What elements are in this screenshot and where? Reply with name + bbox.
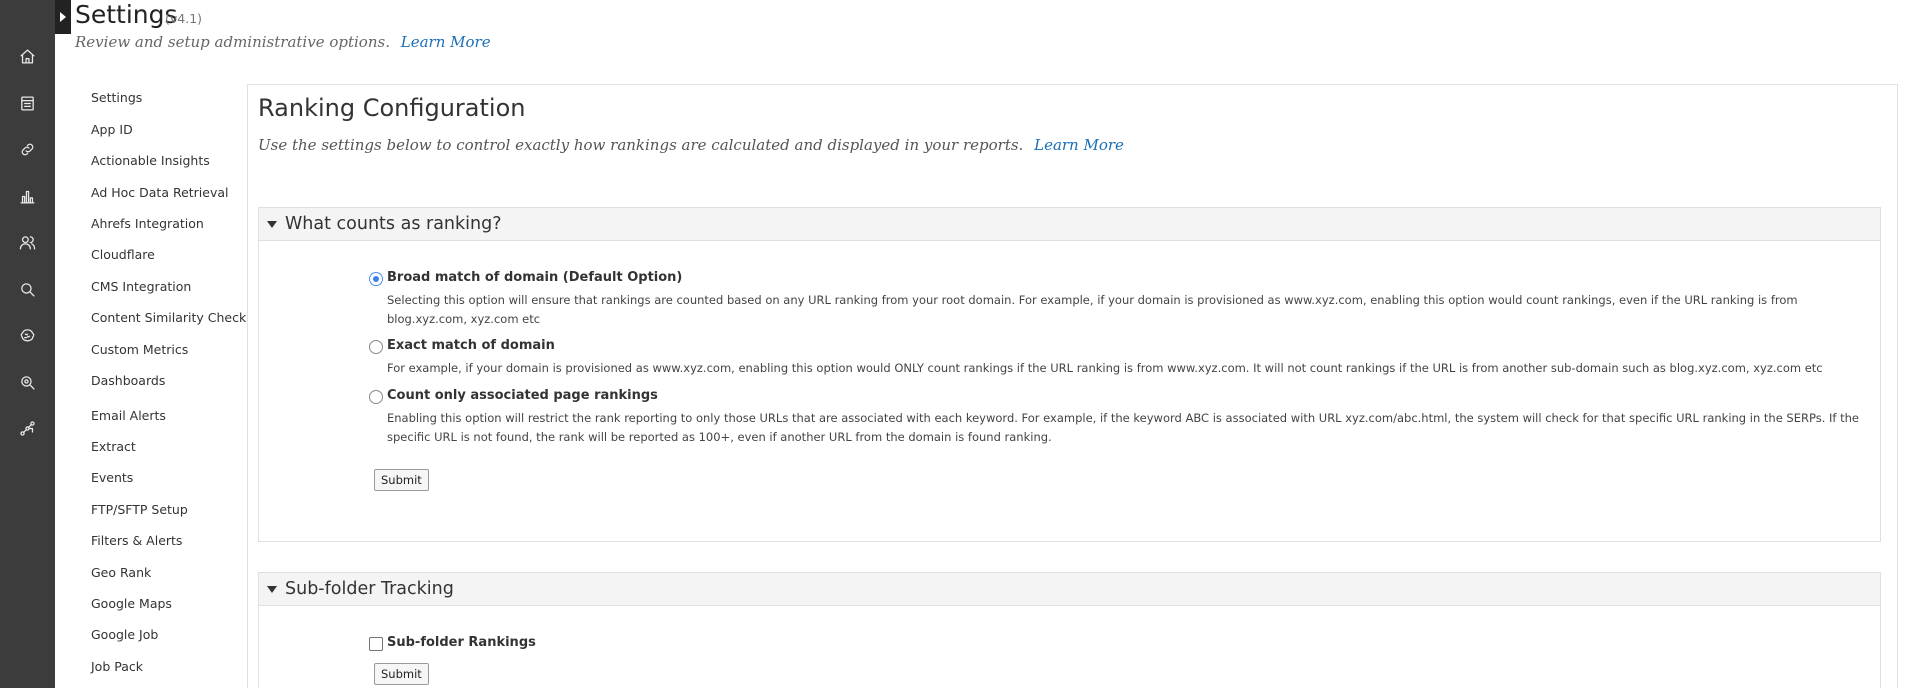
caret-down-icon xyxy=(267,585,277,593)
associated-page-description: Enabling this option will restrict the r… xyxy=(387,411,1859,444)
subfolder-accordion-title: Sub-folder Tracking xyxy=(285,579,454,599)
menu-item-ad-hoc-data-retrieval[interactable]: Ad Hoc Data Retrieval xyxy=(91,185,229,200)
menu-item-ahrefs-integration[interactable]: Ahrefs Integration xyxy=(91,216,204,231)
ranking-submit-button[interactable]: Submit xyxy=(374,469,429,491)
associated-page-radio[interactable] xyxy=(369,390,383,404)
section-learn-more-link[interactable]: Learn More xyxy=(1034,136,1124,154)
menu-item-ftp-sftp-setup[interactable]: FTP/SFTP Setup xyxy=(91,502,188,517)
search-icon[interactable] xyxy=(0,272,55,306)
workflow-icon[interactable] xyxy=(0,411,55,445)
page-version: (v4.1) xyxy=(165,11,203,26)
menu-item-events[interactable]: Events xyxy=(91,470,133,485)
page-description-text: Review and setup administrative options. xyxy=(75,33,390,51)
ranking-accordion-title: What counts as ranking? xyxy=(285,214,502,234)
search-gear-icon[interactable] xyxy=(0,365,55,399)
bar-chart-icon[interactable] xyxy=(0,179,55,213)
menu-item-content-similarity-check[interactable]: Content Similarity Check xyxy=(91,310,246,325)
brain-icon[interactable] xyxy=(0,318,55,352)
subfolder-rankings-label[interactable]: Sub-folder Rankings xyxy=(387,635,536,650)
document-icon[interactable] xyxy=(0,86,55,120)
subfolder-submit-button[interactable]: Submit xyxy=(374,663,429,685)
link-icon[interactable] xyxy=(0,132,55,166)
section-title: Ranking Configuration xyxy=(258,94,526,122)
menu-item-email-alerts[interactable]: Email Alerts xyxy=(91,408,166,423)
menu-item-google-job[interactable]: Google Job xyxy=(91,627,158,642)
broad-match-description: Selecting this option will ensure that r… xyxy=(387,293,1798,326)
header-learn-more-link[interactable]: Learn More xyxy=(401,33,491,51)
caret-down-icon xyxy=(267,220,277,228)
ranking-accordion-header[interactable]: What counts as ranking? xyxy=(259,208,1880,241)
subfolder-accordion-header[interactable]: Sub-folder Tracking xyxy=(259,573,1880,606)
menu-item-custom-metrics[interactable]: Custom Metrics xyxy=(91,342,188,357)
menu-item-cms-integration[interactable]: CMS Integration xyxy=(91,279,191,294)
associated-page-label[interactable]: Count only associated page rankings xyxy=(387,388,658,403)
section-description-text: Use the settings below to control exactl… xyxy=(258,136,1024,154)
page-description: Review and setup administrative options.… xyxy=(75,33,491,51)
subfolder-rankings-checkbox[interactable] xyxy=(369,637,383,651)
menu-item-dashboards[interactable]: Dashboards xyxy=(91,373,165,388)
exact-match-description: For example, if your domain is provision… xyxy=(387,361,1823,375)
menu-item-job-pack[interactable]: Job Pack xyxy=(91,659,143,674)
menu-item-extract[interactable]: Extract xyxy=(91,439,136,454)
menu-item-cloudflare[interactable]: Cloudflare xyxy=(91,247,155,262)
menu-item-app-id[interactable]: App ID xyxy=(91,122,133,137)
exact-match-radio[interactable] xyxy=(369,340,383,354)
subfolder-accordion: Sub-folder Tracking xyxy=(258,572,1881,688)
broad-match-radio[interactable] xyxy=(369,272,383,286)
expand-sidebar-toggle[interactable] xyxy=(55,0,71,34)
exact-match-label[interactable]: Exact match of domain xyxy=(387,338,555,353)
menu-item-google-maps[interactable]: Google Maps xyxy=(91,596,172,611)
page-title: Settings xyxy=(75,0,178,29)
menu-item-settings[interactable]: Settings xyxy=(91,90,142,105)
menu-item-actionable-insights[interactable]: Actionable Insights xyxy=(91,153,210,168)
section-description: Use the settings below to control exactl… xyxy=(258,136,1124,154)
chevron-right-icon xyxy=(60,12,66,22)
menu-item-geo-rank[interactable]: Geo Rank xyxy=(91,565,151,580)
icon-rail xyxy=(0,0,55,688)
menu-item-filters-alerts[interactable]: Filters & Alerts xyxy=(91,533,182,548)
broad-match-label[interactable]: Broad match of domain (Default Option) xyxy=(387,270,682,285)
home-icon[interactable] xyxy=(0,39,55,73)
users-icon[interactable] xyxy=(0,225,55,259)
